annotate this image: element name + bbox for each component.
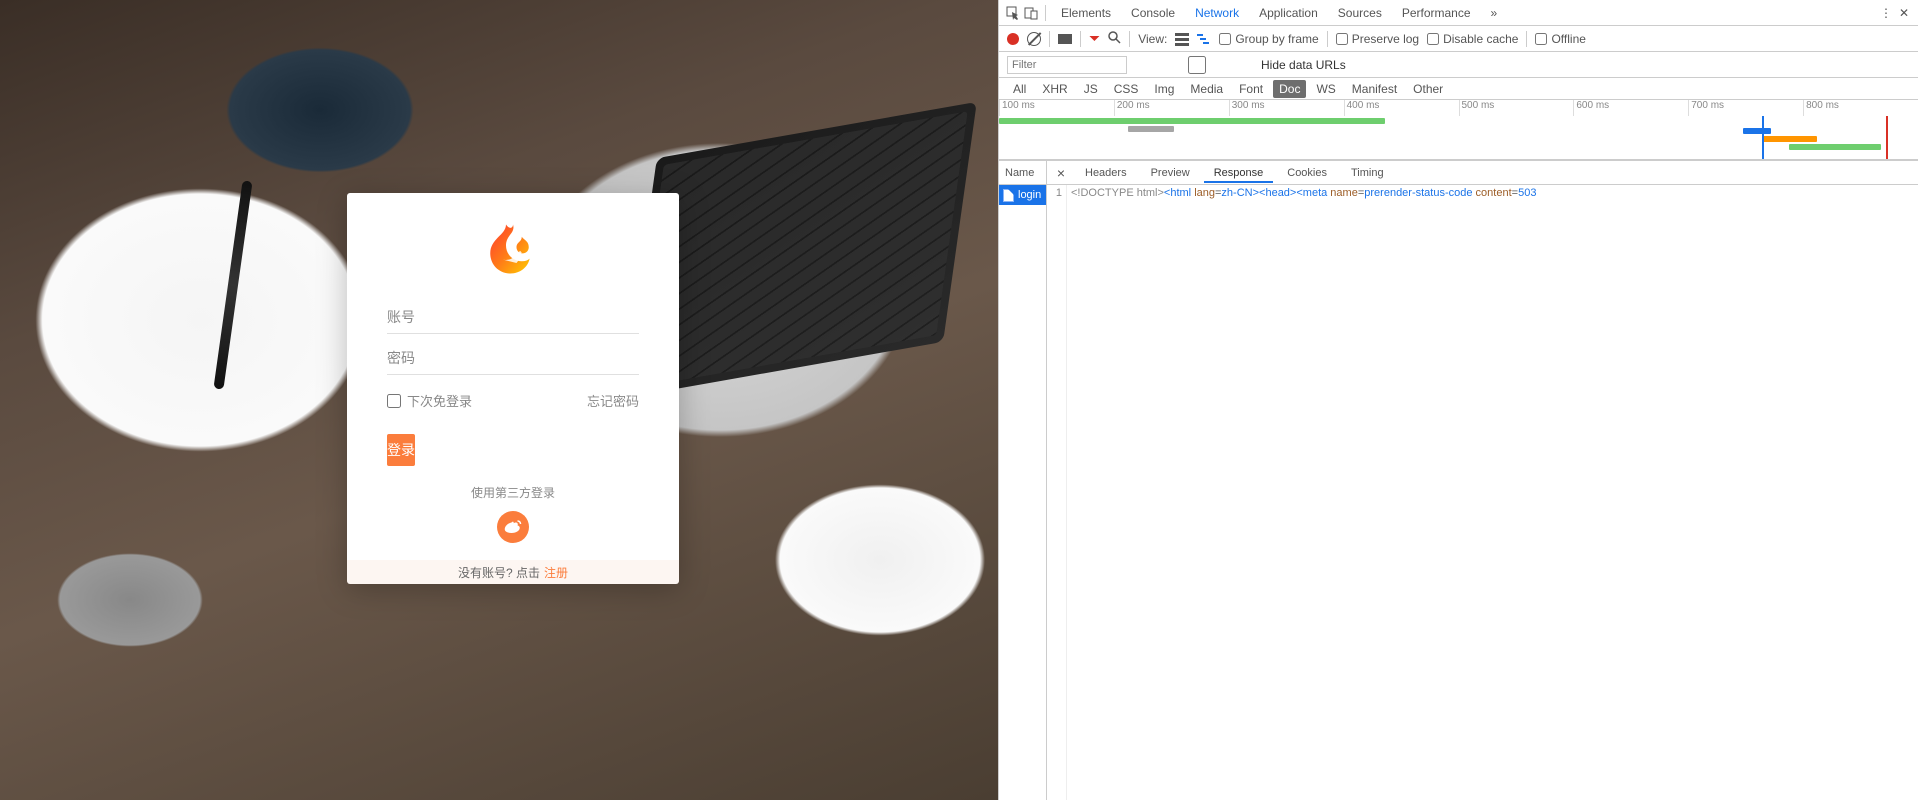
response-body[interactable]: 1 <!DOCTYPE html><html lang=zh-CN><head>… [1047,185,1918,800]
response-code: <!DOCTYPE html><html lang=zh-CN><head><m… [1067,185,1918,800]
inspect-icon[interactable] [1005,5,1021,21]
filter-type-all[interactable]: All [1007,80,1032,98]
timeline-bar [999,118,1385,124]
record-button[interactable] [1007,33,1019,45]
timeline-ticks: 100 ms 200 ms 300 ms 400 ms 500 ms 600 m… [999,100,1918,116]
detail-close-icon[interactable]: × [1051,165,1071,181]
app-logo [483,221,543,281]
detail-tab-cookies[interactable]: Cookies [1277,163,1337,183]
login-footer: 没有账号? 点击 注册 [347,560,679,584]
password-input[interactable] [387,334,639,375]
register-link[interactable]: 注册 [544,564,568,581]
tab-console[interactable]: Console [1122,1,1184,25]
filter-icon[interactable]: ⏷ [1089,30,1100,47]
document-icon [1003,189,1014,202]
network-split: Name login × Headers Preview Response Co… [999,160,1918,800]
remember-checkbox[interactable]: 下次免登录 [387,391,472,410]
third-party-label: 使用第三方登录 [347,484,679,501]
filter-type-xhr[interactable]: XHR [1036,80,1073,98]
devtools-menu-icon[interactable]: ⋮ [1878,5,1894,21]
search-icon[interactable] [1108,31,1121,47]
forgot-password-link[interactable]: 忘记密码 [587,391,639,410]
tab-more[interactable]: » [1482,1,1507,25]
weibo-login-button[interactable] [497,511,529,543]
line-number: 1 [1047,185,1067,800]
request-row-login[interactable]: login [999,185,1046,205]
disable-cache-checkbox[interactable]: Disable cache [1427,32,1518,46]
filter-type-bar: All XHR JS CSS Img Media Font Doc WS Man… [999,78,1918,100]
detail-tab-response[interactable]: Response [1204,163,1274,183]
no-account-text: 没有账号? 点击 [458,564,540,581]
filter-type-doc[interactable]: Doc [1273,80,1306,98]
tab-performance[interactable]: Performance [1393,1,1480,25]
detail-tab-headers[interactable]: Headers [1075,163,1137,183]
remember-checkbox-input[interactable] [387,394,401,408]
filter-type-ws[interactable]: WS [1310,80,1341,98]
large-rows-icon[interactable] [1175,32,1189,46]
tab-sources[interactable]: Sources [1329,1,1391,25]
username-input[interactable] [387,293,639,334]
timeline-bar [1128,126,1174,132]
request-list-header[interactable]: Name [999,161,1046,185]
group-by-frame-checkbox[interactable]: Group by frame [1219,32,1318,46]
remember-label: 下次免登录 [407,391,472,410]
request-list: Name login [999,161,1047,800]
waterfall-icon[interactable] [1197,32,1211,46]
preserve-log-checkbox[interactable]: Preserve log [1336,32,1419,46]
filter-type-other[interactable]: Other [1407,80,1449,98]
filter-type-manifest[interactable]: Manifest [1346,80,1403,98]
filter-type-media[interactable]: Media [1184,80,1229,98]
timeline-domcontent-marker [1762,116,1764,159]
devtools-tabbar: Elements Console Network Application Sou… [999,0,1918,26]
tab-network[interactable]: Network [1186,1,1248,25]
pen-illustration [213,180,252,389]
request-detail: × Headers Preview Response Cookies Timin… [1047,161,1918,800]
offline-checkbox[interactable]: Offline [1535,32,1585,46]
devtools-close-icon[interactable]: ✕ [1896,5,1912,21]
timeline-bar [1762,136,1817,142]
detail-tabs: × Headers Preview Response Cookies Timin… [1047,161,1918,185]
device-mode-icon[interactable] [1023,5,1039,21]
network-toolbar: ⏷ View: Group by frame Preserve log Disa… [999,26,1918,52]
screenshot-icon[interactable] [1058,34,1072,44]
login-card: 下次免登录 忘记密码 登录 使用第三方登录 [347,193,679,583]
filter-input[interactable] [1007,56,1127,74]
filter-type-img[interactable]: Img [1148,80,1180,98]
hide-data-urls-checkbox[interactable]: Hide data URLs [1137,56,1346,74]
login-button[interactable]: 登录 [387,434,415,466]
request-name: login [1018,189,1041,201]
login-page: 下次免登录 忘记密码 登录 使用第三方登录 没有账号? 点击 注册 [0,0,998,800]
timeline-load-marker [1886,116,1888,159]
timeline-bar [1743,128,1771,134]
filter-type-css[interactable]: CSS [1108,80,1145,98]
flame-icon [485,221,541,277]
filter-type-font[interactable]: Font [1233,80,1269,98]
clear-button[interactable] [1027,32,1041,46]
network-timeline[interactable]: 100 ms 200 ms 300 ms 400 ms 500 ms 600 m… [999,100,1918,160]
timeline-bar [1789,144,1881,150]
detail-tab-timing[interactable]: Timing [1341,163,1394,183]
devtools-panel: Elements Console Network Application Sou… [998,0,1918,800]
detail-tab-preview[interactable]: Preview [1141,163,1200,183]
filter-type-js[interactable]: JS [1078,80,1104,98]
tab-elements[interactable]: Elements [1052,1,1120,25]
weibo-icon [504,518,522,536]
network-filter-bar: Hide data URLs [999,52,1918,78]
view-label: View: [1138,32,1167,46]
tab-application[interactable]: Application [1250,1,1327,25]
